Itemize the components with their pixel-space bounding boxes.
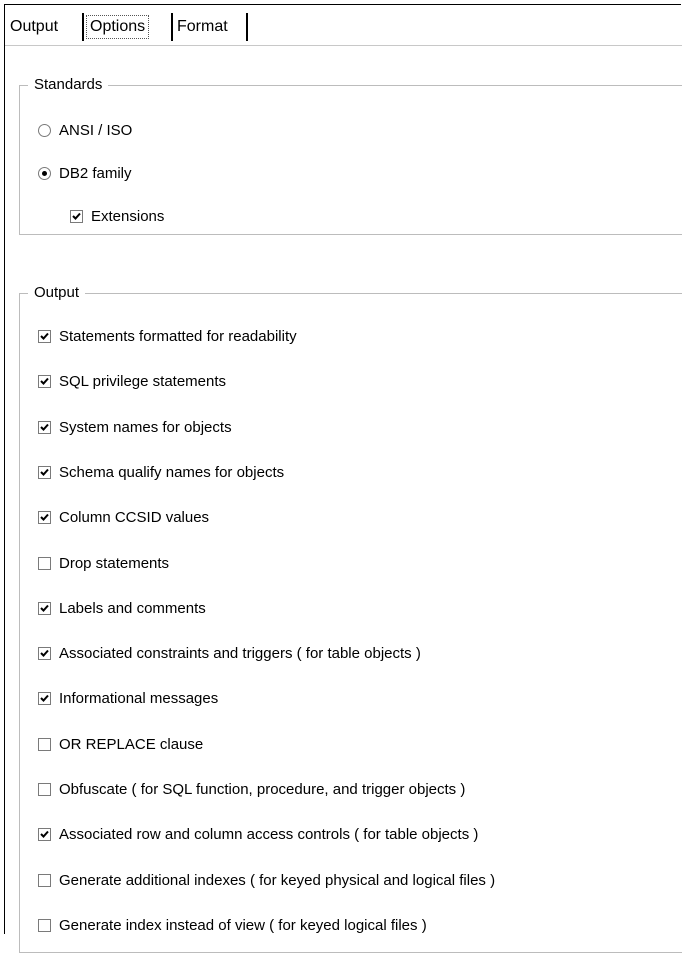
output-option-row[interactable]: Obfuscate ( for SQL function, procedure,… (38, 779, 465, 799)
checkmark-icon (40, 332, 49, 340)
output-option-label: Column CCSID values (59, 508, 210, 526)
output-option-row[interactable]: System names for objects (38, 417, 232, 437)
output-option-label: Statements formatted for readability (59, 327, 297, 345)
output-option-checkbox[interactable] (38, 918, 51, 932)
checkmark-icon (40, 604, 49, 612)
db2-family-radio[interactable]: DB2 family (38, 163, 132, 183)
db2-label: DB2 family (59, 164, 132, 182)
output-option-checkbox[interactable] (38, 329, 51, 343)
output-option-row[interactable]: Drop statements (38, 553, 169, 573)
output-option-label: Labels and comments (59, 599, 206, 617)
ansi-label: ANSI / ISO (59, 121, 133, 139)
output-legend: Output (28, 283, 86, 303)
output-option-label: OR REPLACE clause (59, 735, 204, 753)
output-option-label: Informational messages (59, 689, 219, 707)
output-option-checkbox[interactable] (38, 827, 51, 841)
ansi-iso-radio[interactable]: ANSI / ISO (38, 120, 132, 140)
checkmark-icon (40, 830, 49, 838)
output-option-checkbox[interactable] (38, 873, 51, 887)
checkmark-icon (40, 377, 49, 385)
output-option-label: Associated row and column access control… (59, 825, 479, 843)
output-option-checkbox[interactable] (38, 420, 51, 434)
extensions-checkbox[interactable]: Extensions (70, 206, 164, 226)
tab-separator (246, 13, 248, 41)
output-option-row[interactable]: SQL privilege statements (38, 371, 226, 391)
output-option-row[interactable]: Generate index instead of view ( for key… (38, 915, 427, 935)
standards-legend: Standards (28, 75, 109, 95)
output-option-label: Drop statements (59, 554, 170, 572)
ansi-radio-button[interactable] (38, 123, 51, 137)
output-option-row[interactable]: Statements formatted for readability (38, 326, 297, 346)
output-option-row[interactable]: Generate additional indexes ( for keyed … (38, 870, 495, 890)
output-option-row[interactable]: Column CCSID values (38, 507, 209, 527)
checkmark-icon (40, 468, 49, 476)
output-options-group: Output (19, 283, 682, 953)
tab-options-label: Options (86, 15, 150, 39)
output-option-row[interactable]: Informational messages (38, 688, 218, 708)
output-option-label: Generate index instead of view ( for key… (59, 916, 427, 934)
output-option-row[interactable]: Schema qualify names for objects (38, 462, 284, 482)
output-option-checkbox[interactable] (38, 465, 51, 479)
output-option-checkbox[interactable] (38, 691, 51, 705)
db2-radio-button[interactable] (38, 166, 51, 180)
checkmark-icon (40, 513, 49, 521)
tab-divider (5, 45, 682, 46)
output-option-checkbox[interactable] (38, 646, 51, 660)
output-option-row[interactable]: OR REPLACE clause (38, 734, 203, 754)
checkmark-icon (40, 694, 49, 702)
output-option-row[interactable]: Labels and comments (38, 598, 206, 618)
checkmark-icon (72, 212, 81, 220)
tab-output-label: Output (10, 18, 59, 35)
output-option-row[interactable]: Associated constraints and triggers ( fo… (38, 643, 421, 663)
tab-separator (82, 13, 84, 41)
extensions-check-box[interactable] (70, 209, 83, 223)
tab-format-label: Format (177, 18, 228, 35)
checkmark-icon (40, 649, 49, 657)
output-option-label: Obfuscate ( for SQL function, procedure,… (59, 780, 466, 798)
tab-output[interactable]: Output (10, 12, 58, 42)
radio-selected-dot (42, 170, 47, 176)
output-option-checkbox[interactable] (38, 737, 51, 751)
output-option-label: Associated constraints and triggers ( fo… (59, 644, 421, 662)
extensions-label: Extensions (91, 207, 165, 225)
output-option-checkbox[interactable] (38, 510, 51, 524)
output-option-label: Schema qualify names for objects (59, 463, 285, 481)
output-option-label: Generate additional indexes ( for keyed … (59, 871, 496, 889)
output-option-label: System names for objects (59, 418, 232, 436)
tab-format[interactable]: Format (177, 12, 228, 42)
output-option-checkbox[interactable] (38, 556, 51, 570)
output-option-checkbox[interactable] (38, 374, 51, 388)
checkmark-icon (40, 423, 49, 431)
output-option-checkbox[interactable] (38, 601, 51, 615)
tab-separator (171, 13, 173, 41)
output-option-label: SQL privilege statements (59, 372, 227, 390)
tab-options[interactable]: Options (86, 12, 150, 42)
output-option-row[interactable]: Associated row and column access control… (38, 824, 478, 844)
output-option-checkbox[interactable] (38, 782, 51, 796)
